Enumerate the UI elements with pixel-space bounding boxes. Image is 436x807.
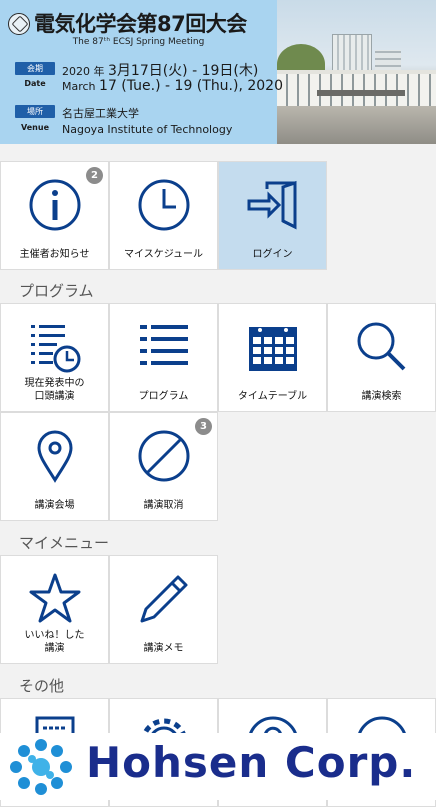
tile-current-oral[interactable]: 現在発表中の 口頭講演	[0, 303, 109, 412]
tile-timetable[interactable]: タイムテーブル	[218, 303, 327, 412]
society-logo-icon	[8, 13, 30, 35]
header-banner: 電気化学会第87回大会 The 87ᵗʰ ECSJ Spring Meeting…	[0, 0, 436, 144]
tile-label: 講演メモ	[143, 643, 184, 654]
tile-label: いいね！した 講演	[24, 630, 85, 654]
tile-cancellation[interactable]: 3 講演取消	[109, 412, 218, 521]
notification-badge: 2	[86, 167, 103, 184]
tile-label: 講演取消	[143, 500, 184, 511]
tile-venue[interactable]: 講演会場	[0, 412, 109, 521]
pencil-icon	[110, 570, 217, 628]
list-clock-icon	[1, 318, 108, 376]
section-title-other: その他	[19, 677, 65, 695]
tile-label: タイムテーブル	[237, 391, 308, 402]
tile-program[interactable]: プログラム	[109, 303, 218, 412]
notification-badge: 3	[195, 418, 212, 435]
venue-label-en: Venue	[21, 123, 49, 132]
list-icon	[110, 318, 217, 376]
section-title-my-menu: マイメニュー	[19, 534, 110, 552]
tile-label: プログラム	[138, 391, 189, 402]
cancel-icon	[110, 427, 217, 485]
calendar-icon	[219, 318, 326, 376]
meeting-subtitle: The 87ᵗʰ ECSJ Spring Meeting	[72, 37, 205, 47]
tile-search[interactable]: 講演検索	[327, 303, 436, 412]
period-label-en: Date	[24, 79, 46, 88]
tile-label: 現在発表中の 口頭講演	[24, 378, 85, 402]
location-pin-icon	[1, 427, 108, 485]
period-ja: 2020 年 3月17日(火) - 19日(木)	[62, 63, 259, 79]
clock-icon	[110, 176, 217, 234]
sponsor-logo-icon	[10, 739, 72, 795]
tile-liked-talks[interactable]: いいね！した 講演	[0, 555, 109, 664]
tile-label: ログイン	[252, 249, 293, 260]
tile-my-schedule[interactable]: マイスケジュール	[109, 161, 218, 270]
period-en: March 17 (Tue.) - 19 (Thu.), 2020	[62, 78, 283, 94]
venue-en: Nagoya Institute of Technology	[62, 123, 233, 136]
search-icon	[328, 318, 435, 376]
tile-login[interactable]: ログイン	[218, 161, 327, 270]
sponsor-name: Hohsen Corp.	[86, 738, 417, 787]
meeting-title: 電気化学会第87回大会	[34, 12, 247, 36]
venue-label-ja: 場所	[15, 105, 55, 118]
tile-organizer-news[interactable]: 2 主催者お知らせ	[0, 161, 109, 270]
tile-talk-memo[interactable]: 講演メモ	[109, 555, 218, 664]
star-icon	[1, 570, 108, 628]
period-label-ja: 会期	[15, 62, 55, 75]
venue-ja: 名古屋工業大学	[62, 107, 139, 120]
info-icon	[1, 176, 108, 234]
section-title-program: プログラム	[19, 282, 94, 300]
tile-label: 講演検索	[361, 391, 402, 402]
campus-photo	[277, 0, 436, 144]
tile-label: 講演会場	[34, 500, 75, 511]
tile-label: マイスケジュール	[124, 249, 203, 260]
login-icon	[219, 176, 326, 234]
tile-label: 主催者お知らせ	[19, 249, 90, 260]
sponsor-banner[interactable]: Hohsen Corp.	[0, 733, 436, 800]
